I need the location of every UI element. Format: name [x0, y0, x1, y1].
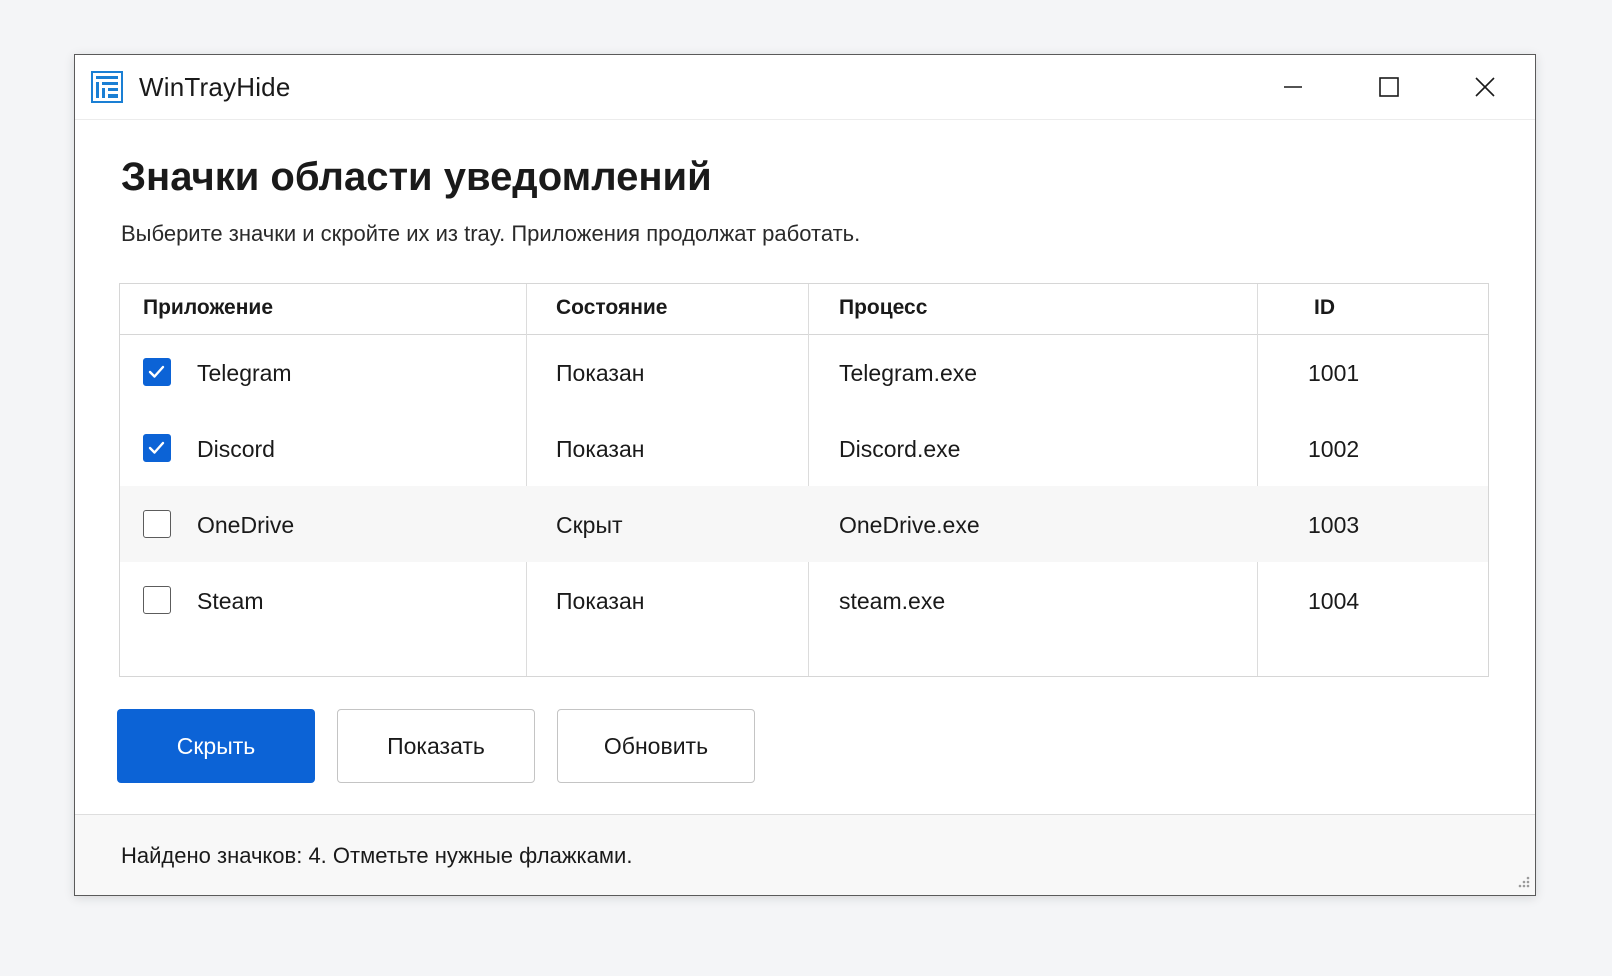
app-name: Telegram — [197, 360, 292, 386]
status-bar: Найдено значков: 4. Отметьте нужные флаж… — [75, 814, 1535, 895]
close-button[interactable] — [1437, 55, 1533, 119]
refresh-button[interactable]: Обновить — [557, 709, 755, 783]
row-checkbox[interactable] — [143, 586, 171, 614]
minimize-button[interactable] — [1245, 55, 1341, 119]
column-header-process[interactable]: Процесс — [839, 296, 927, 320]
app-state: Показан — [556, 436, 645, 462]
process-name: Telegram.exe — [839, 360, 978, 386]
close-icon — [1475, 77, 1495, 97]
title-bar[interactable]: WinTrayHide — [75, 55, 1535, 120]
column-header-app[interactable]: Приложение — [143, 296, 273, 320]
app-window: WinTrayHide Значки области уведомлений В… — [74, 54, 1536, 896]
process-name: OneDrive.exe — [839, 512, 980, 538]
page-description: Выберите значки и скройте их из tray. Пр… — [121, 221, 861, 246]
app-name: OneDrive — [197, 512, 295, 538]
row-checkbox[interactable] — [143, 358, 171, 386]
maximize-button[interactable] — [1341, 55, 1437, 119]
tray-app-icon — [91, 71, 123, 103]
table-row[interactable]: Telegram Показан Telegram.exe 1001 — [120, 334, 1488, 410]
checkmark-icon — [148, 365, 165, 378]
resize-grip-icon[interactable] — [1515, 875, 1531, 891]
process-name: steam.exe — [839, 588, 946, 614]
process-name: Discord.exe — [839, 436, 961, 462]
app-name: Discord — [197, 436, 275, 462]
icon-id: 1001 — [1308, 360, 1360, 386]
app-state: Показан — [556, 360, 645, 386]
table-header: Приложение Состояние Процесс ID — [120, 284, 1488, 335]
app-state: Показан — [556, 588, 645, 614]
table-row[interactable]: Steam Показан steam.exe 1004 — [120, 562, 1488, 638]
column-header-id[interactable]: ID — [1314, 296, 1335, 320]
status-text: Найдено значков: 4. Отметьте нужные флаж… — [121, 843, 633, 868]
row-checkbox[interactable] — [143, 434, 171, 462]
hide-button[interactable]: Скрыть — [117, 709, 315, 783]
icon-id: 1003 — [1308, 512, 1360, 538]
icon-id: 1004 — [1308, 588, 1360, 614]
show-button[interactable]: Показать — [337, 709, 535, 783]
table-row[interactable]: OneDrive Скрыт OneDrive.exe 1003 — [120, 486, 1488, 562]
app-state: Скрыт — [556, 512, 623, 538]
app-name: Steam — [197, 588, 264, 614]
checkmark-icon — [148, 441, 165, 454]
window-title: WinTrayHide — [139, 72, 291, 102]
table-row[interactable]: Discord Показан Discord.exe 1002 — [120, 410, 1488, 486]
minimize-icon — [1284, 86, 1302, 88]
tray-icons-table: Приложение Состояние Процесс ID Telegram… — [119, 283, 1489, 677]
row-checkbox[interactable] — [143, 510, 171, 538]
page-title: Значки области уведомлений — [121, 155, 712, 199]
maximize-icon — [1379, 77, 1399, 97]
icon-id: 1002 — [1308, 436, 1360, 462]
column-header-state[interactable]: Состояние — [556, 296, 667, 320]
